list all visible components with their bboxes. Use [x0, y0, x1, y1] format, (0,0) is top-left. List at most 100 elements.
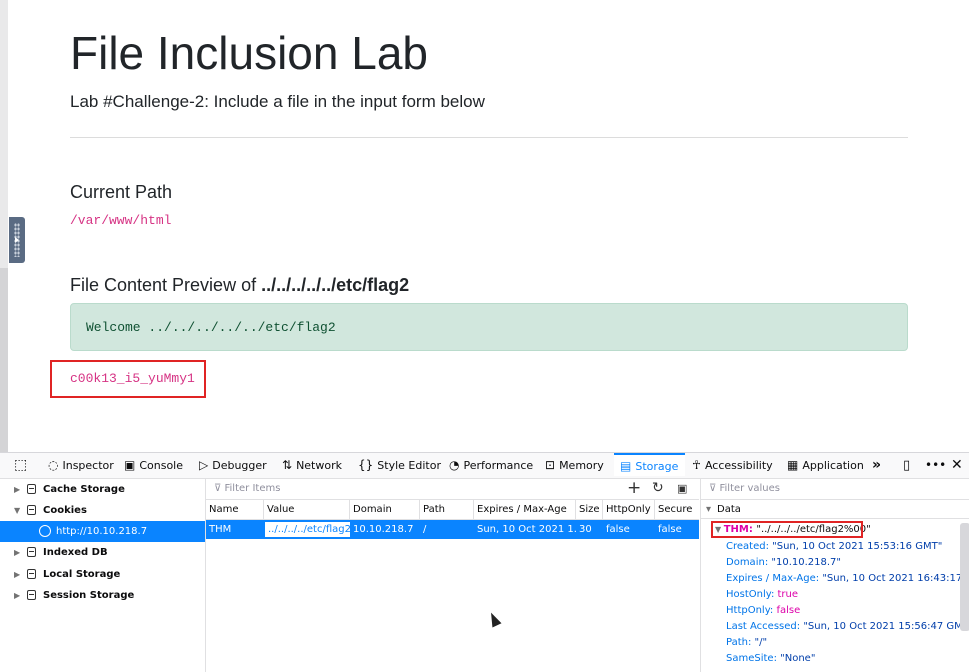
tab-label: Application: [802, 459, 864, 472]
tab-console[interactable]: ▣ Console: [124, 453, 183, 478]
tab-inspector[interactable]: ◌ Inspector: [48, 453, 114, 478]
filter-values-bar: ⊽ Filter values: [701, 479, 969, 500]
filter-icon: ⊽: [214, 483, 225, 494]
detail-domain: Domain: "10.10.218.7": [726, 557, 842, 568]
column-header[interactable]: Value: [264, 500, 350, 519]
console-icon: ▣: [124, 458, 136, 472]
column-header[interactable]: Name: [206, 500, 264, 519]
memory-icon: ⊡: [545, 458, 556, 472]
tab-label: Storage: [635, 460, 679, 473]
debugger-icon: ▷: [199, 458, 209, 472]
detail-key: Expires / Max-Age: [726, 573, 816, 584]
detail-key: SameSite: [726, 653, 774, 664]
devtools-panel: ⬚ ◌ Inspector ▣ Console ▷ Debugger ⇅ Network…: [0, 452, 969, 672]
element-picker-icon[interactable]: ⬚: [14, 453, 27, 478]
column-header[interactable]: Expires / Max-Age: [474, 500, 576, 519]
lab-description: Lab #Challenge-2: Include a file in the …: [70, 92, 485, 111]
current-path-heading: Current Path: [70, 182, 173, 202]
tab-application[interactable]: ▦ Application: [787, 453, 864, 478]
detail-key: Domain: [726, 557, 765, 568]
column-header[interactable]: Size: [576, 500, 603, 519]
data-section-heading[interactable]: Data: [701, 500, 969, 519]
tree-item-indexed-db[interactable]: ▶ Indexed DB: [0, 542, 205, 563]
filter-items-bar: ⊽ Filter Items + ↻ ▣: [206, 478, 699, 500]
detail-samesite: SameSite: "None": [726, 653, 816, 664]
tab-label: Accessibility: [704, 459, 773, 472]
column-header[interactable]: HttpOnly: [603, 500, 655, 519]
table-row[interactable]: THM ../../../../etc/flag2%00 10.10.218.7…: [206, 520, 699, 539]
add-item-icon[interactable]: +: [627, 478, 641, 498]
tree-item-label: http://10.10.218.7: [56, 526, 148, 537]
globe-icon: [39, 525, 51, 537]
refresh-icon[interactable]: ↻: [652, 480, 664, 496]
cell-value-editor[interactable]: ../../../../etc/flag2%00: [264, 521, 351, 538]
tab-label: Console: [139, 459, 184, 472]
tab-accessibility[interactable]: ☥ Accessibility: [692, 453, 773, 478]
expand-arrow-icon: [15, 237, 19, 243]
filter-placeholder: Filter Items: [224, 483, 281, 494]
preview-heading-file: ../../../../../etc/flag2: [261, 275, 410, 295]
column-header[interactable]: Path: [420, 500, 474, 519]
detail-value: "/": [754, 637, 768, 648]
storage-icon: [27, 569, 36, 579]
storage-icon: [27, 590, 36, 600]
tab-label: Memory: [559, 459, 604, 472]
tree-item-session-storage[interactable]: ▶ Session Storage: [0, 585, 205, 606]
accessibility-icon: ☥: [692, 458, 701, 472]
cell-secure: false: [658, 524, 682, 535]
network-icon: ⇅: [282, 458, 293, 472]
details-scrollbar[interactable]: [960, 523, 969, 631]
tree-item-label: Local Storage: [43, 569, 121, 580]
more-tabs-icon[interactable]: »: [872, 453, 881, 478]
tree-item-label: Cache Storage: [43, 484, 125, 495]
detail-created: Created: "Sun, 10 Oct 2021 15:53:16 GMT": [726, 541, 943, 552]
detail-hostonly: HostOnly: true: [726, 589, 799, 600]
tab-network[interactable]: ⇅ Network: [282, 453, 342, 478]
style-editor-icon: {}: [358, 458, 374, 472]
cookie-highlight-box: [711, 521, 863, 538]
close-devtools-icon[interactable]: ✕: [951, 453, 963, 478]
tab-memory[interactable]: ⊡ Memory: [545, 453, 604, 478]
more-options-icon[interactable]: •••: [925, 453, 946, 478]
tree-item-cookies[interactable]: ▼ Cookies: [0, 500, 205, 521]
inspector-icon: ◌: [48, 458, 59, 472]
storage-icon: [27, 547, 36, 557]
flag-highlight-box: [50, 360, 206, 398]
tab-style-editor[interactable]: {} Style Editor: [358, 453, 441, 478]
cookie-table: ⊽ Filter Items + ↻ ▣ Name Value Domain P…: [206, 478, 699, 672]
dock-side-icon[interactable]: ▯: [903, 453, 910, 478]
chevron-down-icon: ▼: [14, 506, 21, 515]
tab-storage[interactable]: ▤ Storage: [614, 453, 685, 476]
column-header[interactable]: Domain: [350, 500, 420, 519]
performance-icon: ◔: [449, 458, 460, 472]
detail-value: "10.10.218.7": [771, 557, 842, 568]
tab-debugger[interactable]: ▷ Debugger: [199, 453, 267, 478]
tree-item-local-storage[interactable]: ▶ Local Storage: [0, 564, 205, 585]
detail-path: Path: "/": [726, 637, 768, 648]
preview-heading-prefix: File Content Preview of: [70, 275, 262, 295]
current-path-value: /var/www/html: [70, 213, 172, 228]
toggle-sidebar-icon[interactable]: ▣: [677, 482, 687, 495]
storage-icon: ▤: [620, 459, 632, 473]
storage-icon: [27, 484, 36, 494]
cell-expires: Sun, 10 Oct 2021 1...: [477, 524, 576, 535]
filter-values-input[interactable]: ⊽ Filter values: [709, 483, 780, 494]
detail-value: "Sun, 10 Oct 2021 16:43:17 GMT": [822, 573, 969, 584]
detail-key: HostOnly: [726, 589, 771, 600]
side-panel-handle[interactable]: [9, 217, 25, 263]
preview-heading: File Content Preview of ../../../../../e…: [70, 275, 409, 296]
cell-domain: 10.10.218.7: [353, 524, 414, 535]
divider: [70, 137, 908, 138]
filter-items-input[interactable]: ⊽ Filter Items: [214, 483, 280, 494]
tab-label: Debugger: [212, 459, 267, 472]
detail-key: Path: [726, 637, 748, 648]
tab-performance[interactable]: ◔ Performance: [449, 453, 533, 478]
tree-item-host[interactable]: http://10.10.218.7: [0, 521, 205, 542]
cookie-details-pane: ⊽ Filter values Data ▼ THM: "../../../..…: [700, 479, 969, 672]
page-title: File Inclusion Lab: [70, 27, 428, 79]
column-header[interactable]: Secure: [655, 500, 699, 519]
tree-item-cache-storage[interactable]: ▶ Cache Storage: [0, 479, 205, 500]
tab-label: Network: [296, 459, 342, 472]
cell-path: /: [423, 524, 427, 535]
table-header: Name Value Domain Path Expires / Max-Age…: [206, 500, 699, 520]
